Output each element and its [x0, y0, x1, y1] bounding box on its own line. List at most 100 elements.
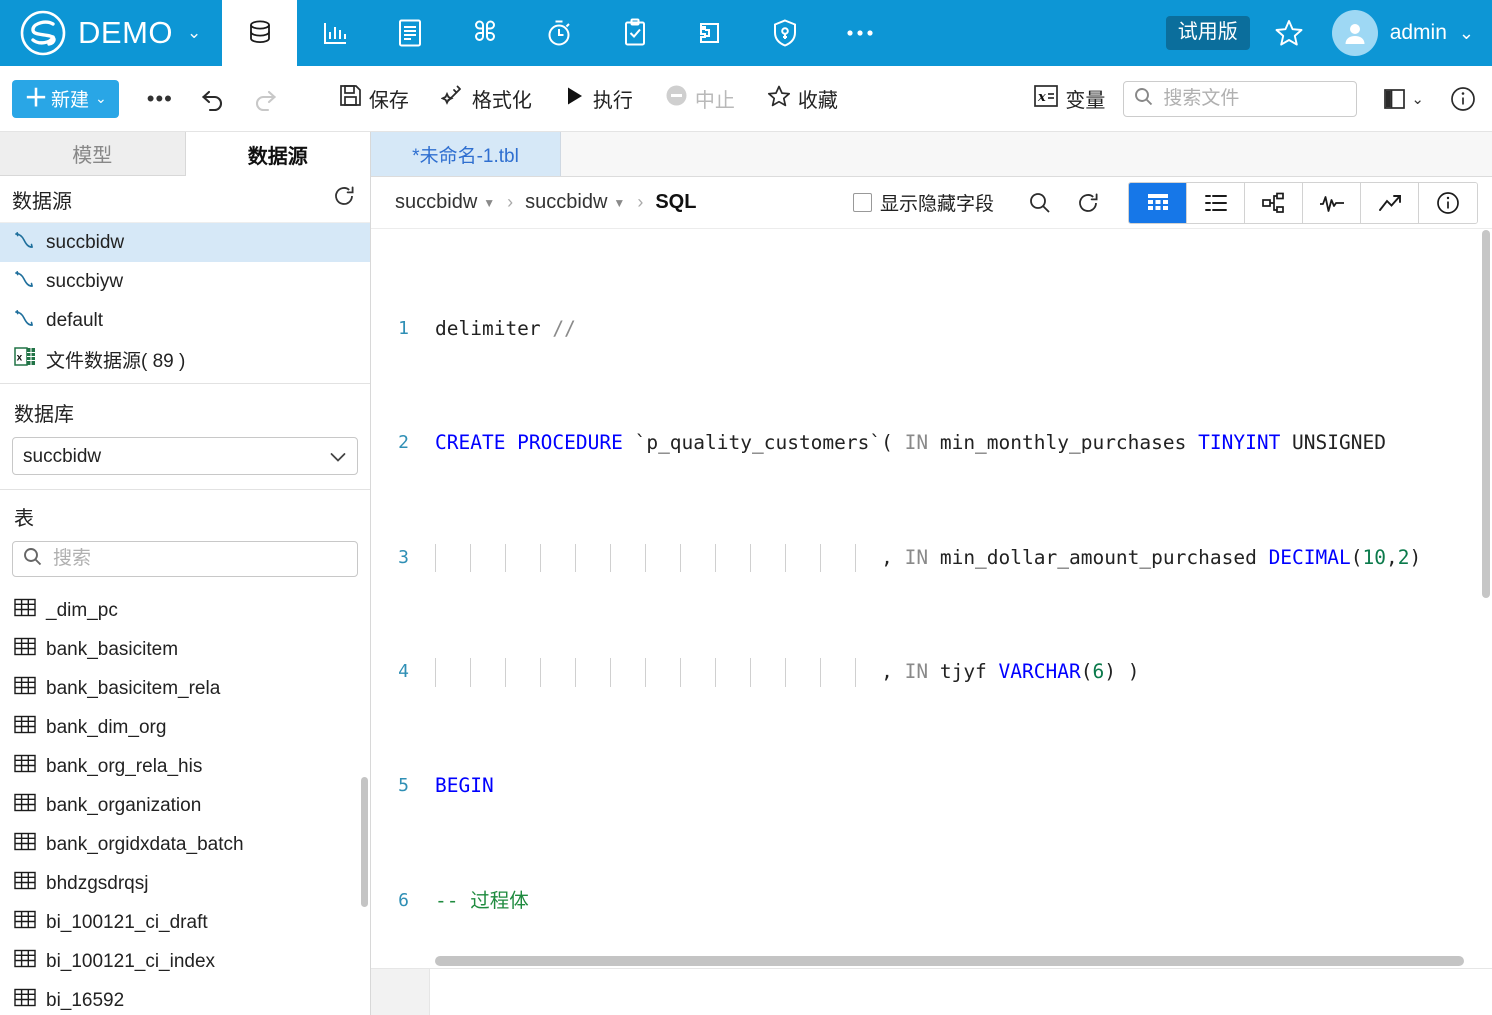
- datasource-section-header: 数据源: [0, 176, 370, 222]
- nav-apps-icon[interactable]: [447, 0, 522, 66]
- code-editor-area[interactable]: 1delimiter // 2CREATE PROCEDURE `p_quali…: [371, 229, 1492, 954]
- table-search-input[interactable]: [51, 547, 347, 571]
- table-name: _dim_pc: [46, 600, 118, 622]
- bottom-gutter: [371, 969, 430, 1015]
- trend-view-button[interactable]: [1361, 183, 1419, 223]
- datasource-item-succbiyw[interactable]: succbiyw: [0, 262, 370, 301]
- variable-button[interactable]: x 变量: [1034, 84, 1105, 113]
- info-view-button[interactable]: [1419, 183, 1477, 223]
- breadcrumb-bar: succbidw ▼ › succbidw ▼ › SQL 显示隐藏字段: [371, 177, 1492, 229]
- file-search-input[interactable]: [1161, 87, 1346, 111]
- nav-more-icon[interactable]: [822, 0, 897, 66]
- datasource-item-default[interactable]: default: [0, 301, 370, 340]
- nav-security-icon[interactable]: [747, 0, 822, 66]
- username-label: admin: [1390, 21, 1447, 45]
- mysql-icon: [14, 308, 36, 334]
- editor-pane: *未命名-1.tbl succbidw ▼ › succbidw ▼ › SQL: [371, 132, 1492, 1015]
- table-list-scrollbar[interactable]: [361, 777, 368, 907]
- table-item[interactable]: _dim_pc: [0, 591, 370, 630]
- table-item[interactable]: bank_orgidxdata_batch: [0, 825, 370, 864]
- info-button[interactable]: [1450, 86, 1476, 112]
- nav-task-icon[interactable]: [597, 0, 672, 66]
- stop-icon: [665, 84, 688, 113]
- nav-export-icon[interactable]: [672, 0, 747, 66]
- main-toolbar: ＋ 新建 ⌄ ••• 保存: [0, 66, 1492, 132]
- new-button[interactable]: ＋ 新建 ⌄: [12, 80, 119, 118]
- breadcrumb-database[interactable]: succbidw ▼: [525, 191, 625, 214]
- nav-database-icon[interactable]: [222, 0, 297, 66]
- undo-button[interactable]: [199, 86, 229, 112]
- list-view-button[interactable]: [1187, 183, 1245, 223]
- sidebar-tabs: 模型 数据源: [0, 132, 370, 176]
- grid-view-button[interactable]: [1129, 183, 1187, 223]
- datasource-item-succbidw[interactable]: succbidw: [0, 223, 370, 262]
- file-search-box[interactable]: [1123, 81, 1357, 117]
- star-icon[interactable]: [1274, 18, 1304, 48]
- chevron-down-icon[interactable]: ⌄: [187, 23, 201, 43]
- nav-timer-icon[interactable]: [522, 0, 597, 66]
- line-number: 6: [371, 887, 423, 916]
- stop-button[interactable]: 中止: [649, 84, 751, 113]
- line-content: BEGIN: [423, 772, 494, 801]
- table-item[interactable]: bi_100121_ci_index: [0, 942, 370, 981]
- run-button[interactable]: 执行: [548, 84, 649, 113]
- user-chevron-down-icon[interactable]: ⌄: [1459, 23, 1474, 44]
- sql-code[interactable]: 1delimiter // 2CREATE PROCEDURE `p_quali…: [371, 229, 1492, 954]
- code-line: 5BEGIN: [371, 772, 1492, 801]
- code-line: 4 , IN tjyf VARCHAR(6) ): [371, 658, 1492, 687]
- tab-model[interactable]: 模型: [0, 132, 186, 176]
- table-list[interactable]: _dim_pc bank_basicitem bank_basicitem_re…: [0, 587, 370, 1015]
- file-tab-untitled[interactable]: *未命名-1.tbl: [371, 132, 561, 176]
- datasource-label: succbidw: [46, 232, 124, 254]
- trial-badge[interactable]: 试用版: [1166, 16, 1250, 50]
- breadcrumb-label: succbidw: [395, 191, 477, 214]
- datasource-label: default: [46, 310, 103, 332]
- table-icon: [14, 871, 36, 896]
- table-name: bank_organization: [46, 795, 201, 817]
- nav-chart-icon[interactable]: [297, 0, 372, 66]
- relation-view-button[interactable]: [1245, 183, 1303, 223]
- redo-button[interactable]: [249, 86, 279, 112]
- table-item[interactable]: bhdzgsdrqsj: [0, 864, 370, 903]
- table-icon: [14, 988, 36, 1013]
- table-item[interactable]: bi_100121_ci_draft: [0, 903, 370, 942]
- table-name: bank_dim_org: [46, 717, 166, 739]
- refresh-icon[interactable]: [332, 184, 356, 214]
- editor-search-icon[interactable]: [1016, 191, 1064, 215]
- table-item[interactable]: bank_organization: [0, 786, 370, 825]
- save-button[interactable]: 保存: [323, 84, 425, 113]
- code-line: 6-- 过程体: [371, 887, 1492, 916]
- datasource-item-file[interactable]: x 文件数据源( 89 ): [0, 340, 370, 379]
- checkbox-box: [853, 193, 872, 212]
- database-select[interactable]: succbidw: [12, 437, 358, 475]
- tab-datasource[interactable]: 数据源: [186, 132, 371, 176]
- avatar[interactable]: [1332, 10, 1378, 56]
- table-search-box[interactable]: [12, 541, 358, 577]
- brand-menu[interactable]: DEMO ⌄: [0, 0, 222, 66]
- table-item[interactable]: bank_dim_org: [0, 708, 370, 747]
- code-vertical-scrollbar[interactable]: [1482, 230, 1490, 598]
- table-name: bank_org_rela_his: [46, 756, 202, 778]
- search-icon: [1134, 87, 1153, 111]
- editor-refresh-icon[interactable]: [1064, 191, 1112, 215]
- table-item[interactable]: bank_org_rela_his: [0, 747, 370, 786]
- nav-report-icon[interactable]: [372, 0, 447, 66]
- variable-icon: x: [1034, 85, 1058, 113]
- pulse-view-button[interactable]: [1303, 183, 1361, 223]
- line-number: 4: [371, 658, 423, 687]
- table-item[interactable]: bank_basicitem_rela: [0, 669, 370, 708]
- editor-view-controls: 显示隐藏字段: [853, 182, 1478, 224]
- table-icon: [14, 832, 36, 857]
- code-horizontal-scrollbar[interactable]: [435, 956, 1464, 966]
- show-hidden-fields-checkbox[interactable]: 显示隐藏字段: [853, 189, 994, 216]
- save-icon: [339, 84, 362, 113]
- table-icon: [14, 754, 36, 779]
- database-label: 数据库: [14, 398, 358, 427]
- favorite-button[interactable]: 收藏: [751, 84, 854, 114]
- toolbar-more-button[interactable]: •••: [141, 88, 179, 110]
- table-item[interactable]: bank_basicitem: [0, 630, 370, 669]
- layout-toggle-button[interactable]: ⌄: [1383, 87, 1424, 111]
- breadcrumb-datasource[interactable]: succbidw ▼: [395, 191, 495, 214]
- table-item[interactable]: bi_16592: [0, 981, 370, 1015]
- format-button[interactable]: 格式化: [425, 84, 548, 114]
